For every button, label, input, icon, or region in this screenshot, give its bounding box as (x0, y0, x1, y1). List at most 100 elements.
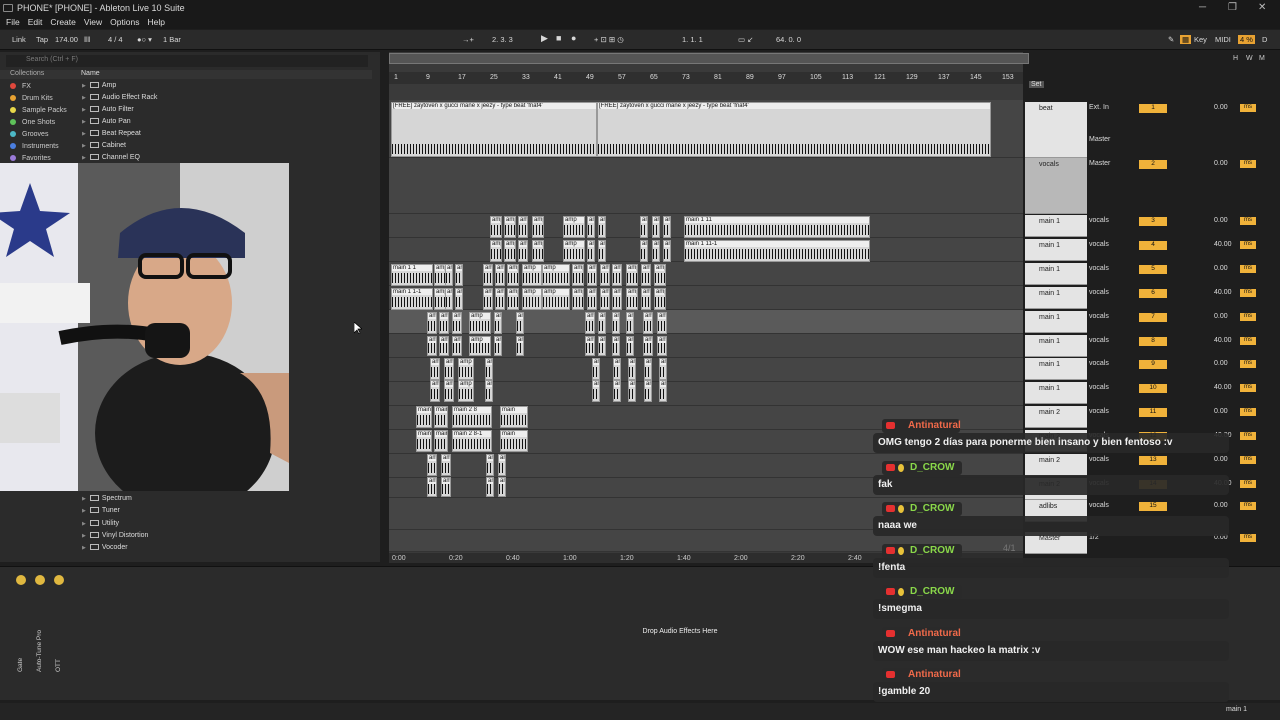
audio-clip[interactable]: amp (598, 216, 606, 238)
audio-clip[interactable]: amp (657, 336, 667, 356)
monitor-button[interactable]: ms (1240, 408, 1256, 416)
audio-clip[interactable]: amp (469, 312, 491, 334)
expand-icon[interactable]: ▶ (82, 119, 86, 125)
audio-clip[interactable]: amp (542, 288, 570, 310)
audio-clip[interactable]: amp (495, 288, 505, 310)
expand-icon[interactable]: ▶ (82, 508, 86, 514)
audio-clip[interactable]: [FREE] zaytoven x gucci mane x jeezy - t… (391, 102, 597, 157)
arrangement-overview[interactable] (389, 53, 1029, 64)
audio-clip[interactable]: amp (485, 358, 493, 380)
track-header[interactable]: beat (1025, 102, 1087, 158)
audio-clip[interactable]: amp (427, 312, 437, 334)
link-button[interactable]: Link (12, 35, 26, 44)
song-position[interactable]: 2. 3. 3 (492, 35, 513, 44)
expand-icon[interactable]: ▶ (82, 131, 86, 137)
monitor-button[interactable]: ms (1240, 384, 1256, 392)
audio-clip[interactable]: amp (458, 380, 474, 402)
audio-clip[interactable]: amp (507, 288, 519, 310)
audio-clip[interactable]: main 2 8 (452, 406, 492, 428)
audio-clip[interactable]: amp (485, 380, 493, 402)
monitor-button[interactable]: ms (1240, 241, 1256, 249)
track-header[interactable]: main 2 (1025, 454, 1087, 476)
monitor-button[interactable]: ms (1240, 456, 1256, 464)
monitor-button[interactable]: ms (1240, 313, 1256, 321)
meter-field[interactable]: 4 / 4 (108, 35, 123, 44)
audio-clip[interactable]: amp (587, 240, 595, 262)
audio-clip[interactable]: amp (430, 380, 440, 402)
track-input-routing[interactable]: vocals (1089, 313, 1135, 320)
quantization-menu[interactable]: 1 Bar (163, 35, 181, 44)
audio-clip[interactable]: amp (598, 240, 606, 262)
track-volume[interactable]: 40.00 (1214, 337, 1232, 344)
audio-clip[interactable]: amp (654, 288, 666, 310)
track-input-routing[interactable]: Ext. In (1089, 104, 1135, 111)
audio-clip[interactable]: amp (626, 312, 634, 334)
drop-effects-hint[interactable]: Drop Audio Effects Here (620, 628, 740, 635)
track-input-routing[interactable]: vocals (1089, 384, 1135, 391)
audio-clip[interactable]: amp (592, 380, 600, 402)
audio-clip[interactable]: main 1 11-1 (684, 240, 870, 262)
monitor-button[interactable]: ms (1240, 360, 1256, 368)
collection-item[interactable]: Instruments (10, 143, 59, 150)
track-volume[interactable]: 0.00 (1214, 408, 1228, 415)
expand-icon[interactable]: ▶ (82, 95, 86, 101)
audio-clip[interactable]: amp (490, 240, 502, 262)
track-volume[interactable]: 0.00 (1214, 217, 1228, 224)
track-lane[interactable] (389, 158, 1023, 214)
audio-clip[interactable]: amp (532, 216, 544, 238)
loop-length-field[interactable]: 64. 0. 0 (776, 35, 801, 44)
autotune-knob[interactable] (35, 575, 45, 585)
audio-clip[interactable]: main 1 11 (684, 216, 870, 238)
track-volume[interactable]: 40.00 (1214, 289, 1232, 296)
gate-knob[interactable] (16, 575, 26, 585)
close-icon[interactable]: ✕ (1258, 2, 1266, 13)
minimize-icon[interactable]: ─ (1199, 2, 1206, 13)
track-volume[interactable]: 40.00 (1214, 241, 1232, 248)
restore-icon[interactable]: ❐ (1228, 2, 1237, 13)
monitor-button[interactable]: ms (1240, 217, 1256, 225)
audio-clip[interactable]: amp (598, 336, 606, 356)
track-header[interactable]: main 1 (1025, 335, 1087, 357)
audio-clip[interactable]: amp (644, 358, 652, 380)
expand-icon[interactable]: ▶ (82, 521, 86, 527)
audio-clip[interactable]: amp (643, 336, 653, 356)
track-volume[interactable]: 0.00 (1214, 360, 1228, 367)
audio-clip[interactable]: amp (445, 288, 453, 310)
audio-clip[interactable]: main 1 1 (391, 264, 433, 286)
track-header[interactable]: main 1 (1025, 358, 1087, 380)
audio-clip[interactable]: amp (598, 312, 606, 334)
track-activator-button[interactable]: 6 (1139, 289, 1167, 298)
browser-item[interactable]: ▶ Tuner (82, 507, 120, 514)
audio-clip[interactable]: amp (587, 216, 595, 238)
browser-item[interactable]: ▶ Audio Effect Rack (82, 94, 157, 101)
track-input-routing[interactable]: vocals (1089, 217, 1135, 224)
collection-item[interactable]: Favorites (10, 155, 51, 162)
audio-clip[interactable]: amp (640, 216, 648, 238)
audio-clip[interactable]: amp (641, 264, 651, 286)
monitor-button[interactable]: ms (1240, 337, 1256, 345)
menu-help[interactable]: Help (147, 17, 164, 27)
audio-clip[interactable]: amp (439, 336, 449, 356)
track-input-routing[interactable]: vocals (1089, 502, 1135, 509)
expand-icon[interactable]: ▶ (82, 143, 86, 149)
audio-clip[interactable]: amp (563, 216, 585, 238)
collection-item[interactable]: Drum Kits (10, 95, 53, 102)
audio-clip[interactable]: amp (613, 380, 621, 402)
track-header[interactable]: vocals (1025, 158, 1087, 214)
track-volume[interactable]: 40.00 (1214, 384, 1232, 391)
autotune-device-label[interactable]: Auto-Tune Pro (36, 630, 43, 672)
audio-clip[interactable]: amp (516, 312, 524, 334)
audio-clip[interactable]: amp (532, 240, 544, 262)
stop-button[interactable]: ■ (556, 33, 561, 43)
audio-clip[interactable]: main 2 8-1 (452, 430, 492, 452)
audio-clip[interactable]: main (416, 430, 432, 452)
audio-clip[interactable]: amp (494, 312, 502, 334)
monitor-button[interactable]: ms (1240, 160, 1256, 168)
audio-clip[interactable]: amp (600, 288, 610, 310)
browser-item[interactable]: ▶ Utility (82, 519, 119, 527)
audio-clip[interactable]: amp (516, 336, 524, 356)
track-volume[interactable]: 0.00 (1214, 456, 1228, 463)
menu-view[interactable]: View (84, 17, 102, 27)
audio-clip[interactable]: amp (445, 264, 453, 286)
track-header[interactable]: main 1 (1025, 239, 1087, 261)
